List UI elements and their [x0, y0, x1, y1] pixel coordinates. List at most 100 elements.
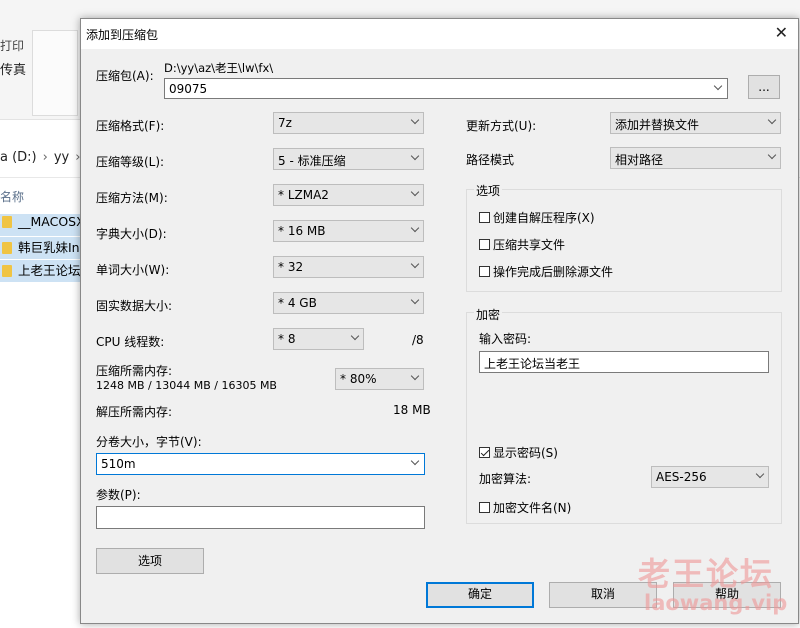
decompress-memory-value: 18 MB	[393, 403, 431, 417]
chevron-down-icon[interactable]	[410, 456, 420, 466]
folder-icon	[2, 265, 12, 277]
options-group-title: 选项	[474, 182, 503, 199]
ribbon-print-label[interactable]: 打印	[0, 37, 24, 54]
ribbon-fax-label[interactable]: 传真	[0, 59, 26, 78]
solid-size-select[interactable]: * 4 GB	[273, 292, 424, 314]
breadcrumb-folder[interactable]: yy	[54, 150, 69, 165]
checkbox-checked-icon[interactable]	[479, 447, 490, 458]
cpu-threads-value: * 8	[278, 332, 296, 346]
options-button[interactable]: 选项	[96, 548, 204, 574]
show-password-label: 显示密码(S)	[493, 446, 558, 460]
checkbox-icon[interactable]	[479, 212, 490, 223]
split-size-combobox[interactable]: 510m	[96, 453, 425, 475]
create-sfx-label: 创建自解压程序(X)	[493, 211, 595, 225]
solid-size-value: * 4 GB	[278, 296, 317, 310]
format-label: 压缩格式(F):	[96, 119, 165, 133]
encryption-method-select[interactable]: AES-256	[651, 466, 769, 488]
watermark-url: laowang.vip	[644, 591, 788, 615]
delete-after-checkbox[interactable]: 操作完成后删除源文件	[479, 263, 613, 280]
encryption-method-value: AES-256	[656, 470, 707, 484]
word-size-select[interactable]: * 32	[273, 256, 424, 278]
password-input[interactable]: 上老王论坛当老王	[479, 351, 769, 373]
list-item[interactable]: 上老王论坛	[0, 260, 85, 282]
encrypt-filenames-checkbox[interactable]: 加密文件名(N)	[479, 499, 571, 516]
create-sfx-checkbox[interactable]: 创建自解压程序(X)	[479, 209, 595, 226]
folder-icon	[2, 216, 12, 228]
chevron-down-icon	[410, 259, 420, 269]
checkbox-icon[interactable]	[479, 266, 490, 277]
archive-name-combobox[interactable]: 09075	[164, 78, 728, 99]
breadcrumb-drive[interactable]: a (D:)	[0, 150, 37, 165]
watermark-logo-text: 老王论坛	[638, 555, 775, 593]
split-size-label: 分卷大小，字节(V):	[96, 435, 202, 449]
chevron-down-icon	[410, 223, 420, 233]
encryption-method-label: 加密算法:	[479, 472, 532, 486]
dialog-title: 添加到压缩包	[86, 28, 159, 42]
chevron-down-icon	[767, 150, 777, 160]
compress-memory-label: 压缩所需内存:	[96, 364, 173, 378]
breadcrumb: a (D:) › yy ›	[0, 150, 86, 165]
cpu-threads-select[interactable]: * 8	[273, 328, 364, 350]
cpu-threads-label: CPU 线程数:	[96, 335, 165, 349]
chevron-down-icon	[767, 115, 777, 125]
chevron-down-icon	[410, 295, 420, 305]
method-select[interactable]: * LZMA2	[273, 184, 424, 206]
title-bar: 添加到压缩包 ✕	[81, 19, 798, 49]
checkbox-icon[interactable]	[479, 502, 490, 513]
update-mode-select[interactable]: 添加并替换文件	[610, 112, 781, 134]
add-to-archive-dialog: 添加到压缩包 ✕ 压缩包(A): D:\yy\az\老王\lw\fx\ 0907…	[80, 18, 799, 624]
archive-path-text: D:\yy\az\老王\lw\fx\	[164, 61, 274, 75]
archive-name-value: 09075	[169, 82, 208, 96]
level-select[interactable]: 5 - 标准压缩	[273, 148, 424, 170]
parameters-label: 参数(P):	[96, 488, 141, 502]
file-name: __MACOSX	[18, 214, 85, 229]
chevron-down-icon	[410, 115, 420, 125]
level-value: 5 - 标准压缩	[278, 154, 346, 168]
delete-after-label: 操作完成后删除源文件	[493, 265, 614, 279]
compress-memory-value: 1248 MB / 13044 MB / 16305 MB	[96, 379, 277, 392]
dictionary-label: 字典大小(D):	[96, 227, 167, 241]
column-header-name[interactable]: 名称	[0, 188, 24, 205]
show-password-checkbox[interactable]: 显示密码(S)	[479, 444, 558, 461]
ok-button[interactable]: 确定	[426, 582, 534, 608]
chevron-down-icon	[410, 371, 420, 381]
list-item[interactable]: 韩巨乳妹Int	[0, 237, 85, 259]
chevron-down-icon	[755, 469, 765, 479]
format-select[interactable]: 7z	[273, 112, 424, 134]
close-icon[interactable]: ✕	[775, 23, 788, 42]
decompress-memory-label: 解压所需内存:	[96, 405, 173, 419]
folder-icon	[2, 242, 12, 254]
encryption-group-title: 加密	[474, 306, 503, 323]
update-mode-value: 添加并替换文件	[615, 118, 700, 132]
compress-shared-checkbox[interactable]: 压缩共享文件	[479, 236, 565, 253]
browse-button[interactable]: ...	[748, 75, 780, 99]
chevron-down-icon[interactable]	[713, 81, 723, 91]
path-mode-value: 相对路径	[615, 153, 664, 167]
update-mode-label: 更新方式(U):	[466, 119, 537, 133]
memory-percent-value: * 80%	[340, 372, 377, 386]
chevron-down-icon	[410, 187, 420, 197]
cpu-threads-max: /8	[412, 333, 424, 347]
method-label: 压缩方法(M):	[96, 191, 168, 205]
word-size-value: * 32	[278, 260, 304, 274]
format-value: 7z	[278, 116, 292, 130]
dictionary-select[interactable]: * 16 MB	[273, 220, 424, 242]
ribbon-panel	[32, 30, 78, 116]
chevron-down-icon	[350, 331, 360, 341]
solid-size-label: 固实数据大小:	[96, 299, 173, 313]
compress-shared-label: 压缩共享文件	[493, 238, 566, 252]
dictionary-value: * 16 MB	[278, 224, 326, 238]
split-size-value: 510m	[101, 457, 136, 471]
path-mode-select[interactable]: 相对路径	[610, 147, 781, 169]
file-name: 韩巨乳妹Int	[18, 240, 85, 255]
list-item[interactable]: __MACOSX	[0, 214, 85, 236]
memory-percent-select[interactable]: * 80%	[335, 368, 424, 390]
checkbox-icon[interactable]	[479, 239, 490, 250]
file-name: 上老王论坛	[18, 263, 81, 278]
method-value: * LZMA2	[278, 188, 329, 202]
password-label: 输入密码:	[479, 332, 532, 346]
encrypt-filenames-label: 加密文件名(N)	[493, 501, 572, 515]
word-size-label: 单词大小(W):	[96, 263, 170, 277]
archive-label: 压缩包(A):	[96, 69, 154, 83]
parameters-input[interactable]	[96, 506, 425, 529]
